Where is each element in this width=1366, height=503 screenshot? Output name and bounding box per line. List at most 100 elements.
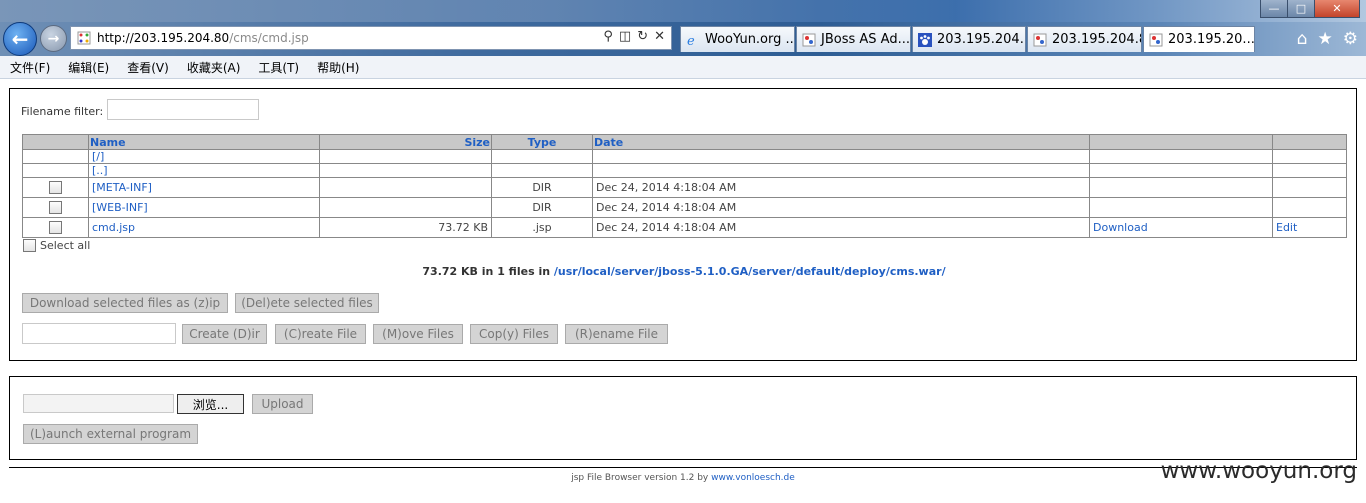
menu-help[interactable]: 帮助(H) — [307, 59, 367, 76]
maximize-button[interactable]: □ — [1287, 0, 1315, 18]
col-name[interactable]: Name — [88, 134, 320, 150]
page-favicon-icon — [77, 31, 91, 45]
edit-cell — [1272, 197, 1347, 218]
download-link[interactable]: Download — [1089, 217, 1273, 238]
footer-link[interactable]: www.vonloesch.de — [711, 473, 795, 483]
file-type: .jsp — [491, 217, 593, 238]
tab-jboss[interactable]: JBoss AS Ad... — [796, 26, 911, 52]
minimize-button[interactable]: — — [1260, 0, 1288, 18]
file-size — [319, 149, 492, 164]
table-row: [/] — [22, 149, 1347, 164]
menu-view[interactable]: 查看(V) — [117, 59, 177, 76]
filename-filter-input[interactable] — [107, 99, 259, 120]
tab-label: 203.195.204.80 — [1052, 32, 1141, 47]
col-edit — [1272, 134, 1347, 150]
summary-path[interactable]: /usr/local/server/jboss-5.1.0.GA/server/… — [554, 265, 946, 278]
col-size[interactable]: Size — [319, 134, 492, 150]
page-icon — [1033, 33, 1047, 46]
browse-button[interactable]: 浏览... — [177, 394, 244, 414]
upload-button[interactable]: Upload — [252, 394, 313, 414]
file-date: Dec 24, 2014 4:18:04 AM — [592, 197, 1090, 218]
create-dir-button[interactable]: Create (D)ir — [182, 324, 267, 344]
create-file-button[interactable]: (C)reate File — [275, 324, 366, 344]
tab-ip-active[interactable]: 203.195.20... ✕ — [1143, 26, 1255, 52]
col-select — [22, 134, 89, 150]
download-zip-button[interactable]: Download selected files as (z)ip — [22, 293, 228, 313]
tab-strip: e WooYun.org ... JBoss AS Ad... 203.195.… — [680, 26, 1256, 52]
launch-program-button[interactable]: (L)aunch external program — [23, 424, 198, 444]
url-host: http://203.195.204.80 — [97, 31, 230, 45]
file-link[interactable]: [WEB-INF] — [88, 197, 320, 218]
footer-text: jsp File Browser version 1.2 by — [571, 473, 712, 483]
file-link[interactable]: [..] — [88, 163, 320, 178]
download-cell — [1089, 177, 1273, 198]
row-checkbox-cell — [22, 177, 89, 198]
back-button[interactable]: ← — [3, 22, 37, 56]
tab-label: 203.195.204.... — [937, 32, 1025, 47]
col-download — [1089, 134, 1273, 150]
row-checkbox-cell — [22, 149, 89, 164]
file-size — [319, 197, 492, 218]
menu-favorites[interactable]: 收藏夹(A) — [177, 59, 249, 76]
upload-file-path-input[interactable] — [23, 394, 174, 413]
edit-cell — [1272, 149, 1347, 164]
select-all[interactable]: Select all — [23, 239, 90, 252]
file-link[interactable]: [/] — [88, 149, 320, 164]
file-size: 73.72 KB — [319, 217, 492, 238]
table-row: [..] — [22, 163, 1347, 178]
tab-ip-1[interactable]: 203.195.204.... — [912, 26, 1026, 52]
delete-files-button[interactable]: (Del)ete selected files — [235, 293, 379, 313]
row-checkbox[interactable] — [49, 181, 62, 195]
file-link[interactable]: cmd.jsp — [88, 217, 320, 238]
table-row: cmd.jsp 73.72 KB .jsp Dec 24, 2014 4:18:… — [22, 217, 1347, 238]
page-content: Filename filter: Name Size Type Date [/] — [0, 79, 1366, 503]
copy-files-button[interactable]: Cop(y) Files — [470, 324, 558, 344]
url-text[interactable]: http://203.195.204.80/cms/cmd.jsp — [97, 31, 309, 45]
select-all-checkbox[interactable] — [23, 239, 36, 252]
download-cell — [1089, 149, 1273, 164]
file-size — [319, 177, 492, 198]
paw-icon — [918, 32, 932, 47]
close-window-button[interactable]: ✕ — [1314, 0, 1360, 18]
url-path: /cms/cmd.jsp — [229, 31, 309, 45]
file-date: Dec 24, 2014 4:18:04 AM — [592, 177, 1090, 198]
menu-tools[interactable]: 工具(T) — [248, 59, 307, 76]
menu-edit[interactable]: 编辑(E) — [58, 59, 117, 76]
row-checkbox[interactable] — [49, 221, 62, 235]
file-table: Name Size Type Date [/] [..] [META-INF] … — [22, 134, 1347, 238]
file-type — [491, 163, 593, 178]
tab-ip-2[interactable]: 203.195.204.80 — [1027, 26, 1142, 52]
browser-chrome: — □ ✕ ← → http://203.195.204.80/cms/cmd.… — [0, 0, 1366, 56]
file-date — [592, 163, 1090, 178]
page-icon — [1149, 33, 1163, 46]
file-type: DIR — [491, 177, 593, 198]
file-link[interactable]: [META-INF] — [88, 177, 320, 198]
gear-icon[interactable]: ⚙ — [1343, 29, 1358, 49]
move-files-button[interactable]: (M)ove Files — [373, 324, 463, 344]
table-row: [WEB-INF] DIR Dec 24, 2014 4:18:04 AM — [22, 197, 1347, 218]
star-icon[interactable]: ★ — [1318, 29, 1333, 49]
select-all-label: Select all — [40, 239, 91, 252]
refresh-icon[interactable]: ↻ — [637, 29, 648, 44]
ie-icon: e — [687, 34, 695, 47]
menu-file[interactable]: 文件(F) — [0, 59, 58, 76]
window-controls: — □ ✕ — [1260, 0, 1360, 18]
rename-file-button[interactable]: (R)ename File — [565, 324, 668, 344]
edit-cell — [1272, 177, 1347, 198]
row-checkbox[interactable] — [49, 201, 62, 215]
summary-text: 73.72 KB in 1 files in — [422, 265, 554, 278]
forward-button[interactable]: → — [40, 25, 67, 52]
table-header-row: Name Size Type Date — [22, 134, 1347, 150]
stop-icon[interactable]: ✕ — [654, 29, 665, 44]
compat-view-icon[interactable]: ◫ — [619, 29, 631, 44]
home-icon[interactable]: ⌂ — [1297, 29, 1308, 49]
name-input[interactable] — [22, 323, 176, 344]
upload-panel: 浏览... Upload (L)aunch external program — [9, 376, 1357, 460]
edit-link[interactable]: Edit — [1272, 217, 1347, 238]
address-bar[interactable]: http://203.195.204.80/cms/cmd.jsp ⚲ ◫ ↻ … — [70, 26, 672, 50]
tab-wooyun[interactable]: e WooYun.org ... — [680, 26, 795, 52]
toolbar-icons: ⌂ ★ ⚙ — [1297, 29, 1358, 49]
col-date[interactable]: Date — [592, 134, 1090, 150]
col-type[interactable]: Type — [491, 134, 593, 150]
search-icon[interactable]: ⚲ — [603, 29, 613, 44]
